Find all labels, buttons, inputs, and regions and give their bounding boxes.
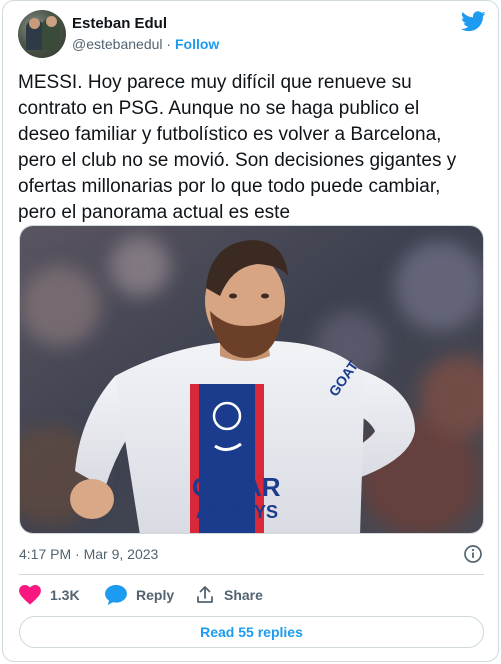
tweet-text-line: deseo familiar y futbolístico es volver …	[18, 124, 442, 145]
read-replies-button[interactable]: Read 55 replies	[19, 616, 484, 648]
timestamp-separator: ·	[75, 546, 80, 562]
reply-bubble-icon	[105, 585, 127, 605]
tweet-text-line: pero el club no se movió. Son decisiones…	[18, 150, 457, 171]
tweet-photo[interactable]: QATAR AIRWAYS GOAT	[19, 225, 484, 534]
actions-divider	[19, 574, 484, 575]
reply-label: Reply	[136, 587, 175, 603]
author-name[interactable]: Esteban Edul	[72, 15, 167, 32]
tweet-text-line: pero el panorama actual es este	[18, 202, 291, 223]
jersey-sponsor-line-1: QATAR	[192, 472, 281, 502]
like-count: 1.3K	[50, 587, 80, 603]
share-label: Share	[224, 587, 263, 603]
follow-button[interactable]: Follow	[175, 36, 219, 52]
info-icon[interactable]	[463, 544, 483, 564]
tweet-text-line: contrato en PSG. Aunque no se haga publi…	[18, 98, 420, 119]
twitter-bird-icon[interactable]	[461, 11, 486, 32]
author-handle-row: @estebanedul · Follow	[72, 36, 219, 52]
jersey-sponsor-line-2: AIRWAYS	[196, 502, 278, 522]
like-button[interactable]: 1.3K	[19, 583, 80, 607]
tweet-time[interactable]: 4:17 PM	[19, 546, 71, 562]
handle-separator: ·	[166, 36, 172, 52]
author-handle[interactable]: @estebanedul	[72, 36, 163, 52]
read-replies-label: Read 55 replies	[200, 624, 303, 640]
share-button[interactable]: Share	[195, 583, 263, 607]
tweet-date[interactable]: Mar 9, 2023	[84, 546, 159, 562]
author-avatar[interactable]	[18, 10, 66, 58]
reply-button[interactable]: Reply	[105, 583, 174, 607]
tweet-text-line: ofertas millonarias por lo que todo pued…	[18, 176, 441, 197]
tweet-text-line: MESSI. Hoy parece muy difícil que renuev…	[18, 72, 412, 93]
share-icon	[197, 586, 213, 603]
heart-icon	[19, 585, 41, 605]
tweet-timestamp[interactable]: 4:17 PM · Mar 9, 2023	[19, 546, 158, 562]
tweet-text: MESSI. Hoy parece muy difícil que renuev…	[18, 70, 488, 226]
